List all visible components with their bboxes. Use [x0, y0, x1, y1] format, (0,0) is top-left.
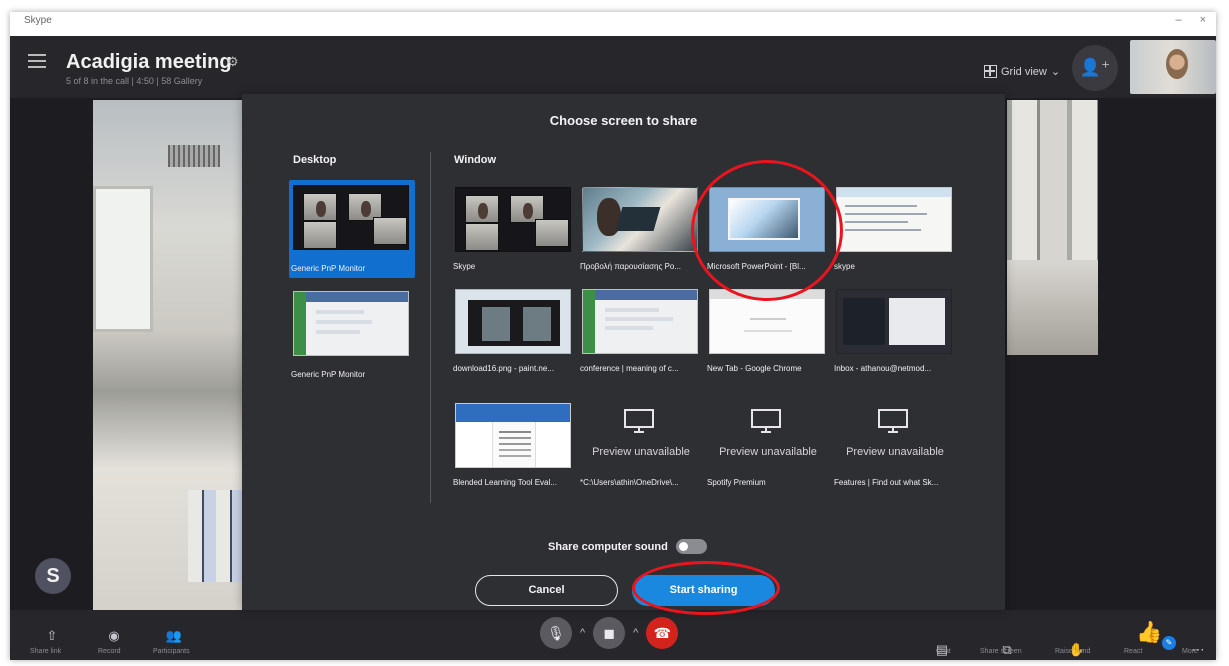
window-skype[interactable]: Skype: [451, 182, 577, 280]
participants-label: Participants: [153, 648, 190, 655]
window-label-conference: conference | meaning of c...: [580, 364, 679, 373]
cancel-button[interactable]: Cancel: [475, 575, 618, 606]
hang-up-icon: ☎: [653, 625, 672, 641]
record-icon[interactable]: ◉: [102, 624, 126, 648]
os-title-bar: Skype – ×: [10, 12, 1216, 36]
share-icon[interactable]: ⇧: [40, 624, 64, 648]
gear-icon[interactable]: ⚙: [227, 54, 239, 70]
end-call-button[interactable]: ☎: [646, 617, 679, 649]
call-header: Acadigia meeting ⚙ 5 of 8 in the call | …: [10, 36, 1216, 98]
skype-call-window: Skype – × Acadigia meeting ⚙ 5 of 8 in t…: [10, 12, 1216, 660]
menu-icon[interactable]: [28, 54, 46, 68]
grid-icon: [984, 65, 997, 78]
monitor-icon: [624, 409, 654, 433]
bottom-control-labels: Share link Record Participants Chat Shar…: [10, 648, 1216, 660]
close-icon[interactable]: ×: [1200, 14, 1206, 26]
desktop-label-1: Generic PnP Monitor: [291, 264, 366, 273]
window-preview-blended-learning: [455, 403, 571, 468]
annotation-circle-start-sharing: [632, 561, 780, 615]
window-blended-learning[interactable]: Blended Learning Tool Eval...: [451, 398, 577, 496]
desktop-monitor-1[interactable]: Generic PnP Monitor: [289, 180, 415, 278]
vent-image: [168, 145, 220, 167]
window-preview-paint: [455, 289, 571, 354]
window-preview-conference: [582, 289, 698, 354]
person-plus-icon: 👤⁺: [1079, 58, 1111, 77]
window-label-skype-doc: skype: [834, 262, 855, 271]
desktop-preview-1: [293, 185, 409, 250]
dialog-title: Choose screen to share: [549, 113, 698, 128]
desktop-preview-2: [293, 291, 409, 356]
chevron-up-icon[interactable]: ^: [633, 627, 638, 639]
participant-video-left: [93, 100, 242, 612]
window-skype-doc[interactable]: skype: [832, 182, 958, 280]
preview-unavailable-text: Preview unavailable: [592, 446, 690, 458]
window-preview-skype: [455, 187, 571, 252]
microphone-icon: 🎙: [547, 625, 565, 641]
window-image: [93, 186, 153, 332]
media-controls: 🎙 ^ ◼ ^ ☎: [540, 617, 679, 649]
preview-unavailable-text: Preview unavailable: [719, 446, 817, 458]
minimize-icon[interactable]: –: [1175, 14, 1181, 26]
preview-unavailable-text: Preview unavailable: [846, 446, 944, 458]
desktop-section-label: Desktop: [293, 154, 337, 166]
monitor-icon: [751, 409, 781, 433]
chat-label: Chat: [936, 648, 951, 655]
window-label-spotify: Spotify Premium: [707, 478, 766, 487]
window-conference[interactable]: conference | meaning of c...: [578, 284, 704, 382]
record-label: Record: [98, 648, 121, 655]
section-divider: [430, 152, 431, 503]
window-controls: – ×: [1175, 14, 1206, 26]
microphone-button[interactable]: 🎙: [540, 617, 572, 649]
camera-icon: ◼: [603, 625, 615, 641]
monitor-icon: [878, 409, 908, 433]
window-label-presentation: Προβολή παρουσίασης Po...: [580, 262, 682, 271]
window-title: Skype: [24, 15, 52, 26]
self-video-thumbnail[interactable]: [1130, 40, 1216, 94]
share-sound-toggle[interactable]: [676, 539, 707, 554]
grid-view-label: Grid view: [1001, 65, 1047, 78]
self-person-image: [1166, 49, 1188, 79]
window-preview-inbox: [836, 289, 952, 354]
window-label-onedrive: *C:\Users\athin\OneDrive\...: [580, 478, 679, 487]
window-preview-presentation: [582, 187, 698, 252]
react-label: React: [1124, 648, 1143, 655]
toggle-knob: [679, 542, 688, 551]
window-label-paint: download16.png - paint.ne...: [453, 364, 554, 373]
window-label-features: Features | Find out what Sk...: [834, 478, 939, 487]
window-section-label: Window: [454, 154, 497, 166]
window-label-chrome: New Tab - Google Chrome: [707, 364, 802, 373]
raise-hand-label: Raise hand: [1055, 648, 1091, 655]
desktop-label-2: Generic PnP Monitor: [291, 370, 366, 379]
more-label: More: [1182, 648, 1198, 655]
skype-logo-icon: S: [35, 558, 71, 594]
react-icon[interactable]: 👍: [1136, 621, 1162, 645]
grid-view-button[interactable]: Grid view ⌄: [984, 65, 1060, 78]
window-spotify[interactable]: Preview unavailable Spotify Premium: [705, 398, 831, 496]
participants-icon[interactable]: 👥: [162, 624, 186, 648]
window-inbox[interactable]: Inbox - athanou@netmod...: [832, 284, 958, 382]
window-label-skype: Skype: [453, 262, 476, 271]
participant-video-right: [1007, 100, 1098, 355]
chevron-up-icon[interactable]: ^: [580, 627, 585, 639]
shelf-image: [188, 490, 242, 582]
share-screen-dialog: Choose screen to share Desktop Window Ge…: [242, 94, 1005, 610]
share-screen-label: Share screen: [980, 648, 1022, 655]
window-label-inbox: Inbox - athanou@netmod...: [834, 364, 932, 373]
window-features[interactable]: Preview unavailable Features | Find out …: [832, 398, 958, 496]
annotation-circle-powerpoint: [691, 160, 843, 301]
call-controls-bar: ⇧ ◉ 👥 🎙 ^ ◼ ^ ☎ ▤ ⧉ ✋ 👍 ✎ ⋯ Share link R…: [10, 610, 1216, 660]
window-onedrive[interactable]: Preview unavailable *C:\Users\athin\OneD…: [578, 398, 704, 496]
window-presentation[interactable]: Προβολή παρουσίασης Po...: [578, 182, 704, 280]
desktop-monitor-2[interactable]: Generic PnP Monitor: [289, 286, 415, 384]
share-sound-label: Share computer sound: [548, 541, 668, 553]
call-status: 5 of 8 in the call | 4:50 | 58 Gallery: [66, 76, 203, 86]
window-label-blended-learning: Blended Learning Tool Eval...: [453, 478, 557, 487]
camera-button[interactable]: ◼: [593, 617, 626, 649]
chevron-down-icon: ⌄: [1050, 66, 1061, 78]
add-person-button[interactable]: 👤⁺: [1072, 45, 1118, 91]
share-link-label: Share link: [30, 648, 62, 655]
meeting-title: Acadigia meeting: [66, 51, 232, 73]
window-paint[interactable]: download16.png - paint.ne...: [451, 284, 577, 382]
window-preview-skype-doc: [836, 187, 952, 252]
